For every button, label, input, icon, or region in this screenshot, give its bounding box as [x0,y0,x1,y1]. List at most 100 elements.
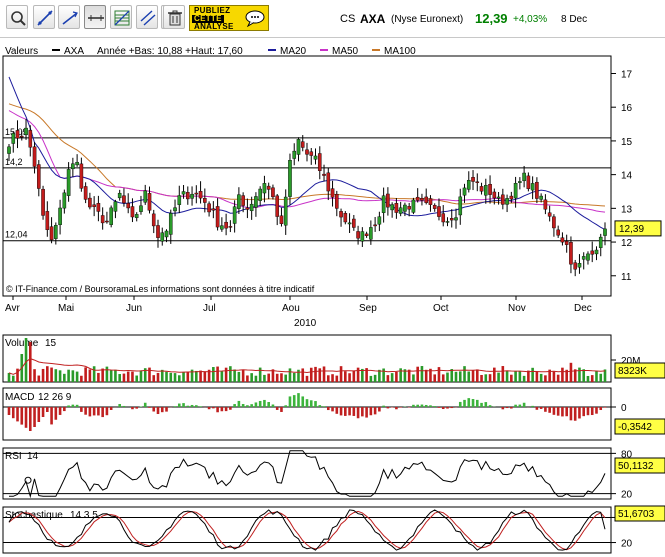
zoom-tool-button[interactable] [6,5,28,29]
candle [471,177,475,182]
price-change: +4,03% [513,14,548,25]
candle [556,229,560,236]
macd-histogram-bar [195,405,198,407]
candle [356,231,360,239]
macd-histogram-bar [182,403,185,407]
volume-bar [552,371,556,382]
macd-histogram-bar [565,407,568,417]
volume-bar [212,367,215,382]
macd-histogram-bar [569,407,573,421]
trend-tool-button[interactable] [58,5,80,29]
volume-bar [220,371,224,382]
macd-histogram-bar [471,399,475,407]
macd-histogram-bar [386,407,390,409]
volume-bar [156,372,160,382]
candle [258,188,262,201]
volume-bar [169,372,173,382]
macd-histogram-bar [531,405,534,407]
volume-bar [297,369,300,382]
volume-bar [160,369,164,382]
candle [479,186,484,192]
candle [288,160,292,197]
horizontal-tool-button[interactable] [84,5,106,29]
candle [66,169,71,196]
delete-tool-button[interactable] [163,5,185,29]
macd-histogram-bar [67,405,70,407]
stochastic-param: 14 3 5 [70,510,98,521]
macd-histogram-bar [467,398,471,407]
legend-label: Valeurs [5,46,38,57]
candle [198,191,203,199]
fibonacci-icon [114,10,130,26]
volume-bar [229,366,232,382]
volume-bar [301,368,305,382]
candle [305,149,309,155]
macd-histogram-bar [488,405,492,407]
volume-bar [165,371,168,382]
candle [360,231,365,242]
macd-histogram-bar [263,399,266,407]
parallel-tool-button[interactable] [136,5,158,29]
volume-bar [54,369,58,382]
macd-histogram-bar [373,407,377,415]
macd-histogram-bar [229,407,232,410]
legend-stats: Année +Bas: 10,88 +Haut: 17,60 [97,46,243,57]
candle [432,205,437,209]
candle [262,183,267,194]
candle [190,193,194,199]
candle [245,207,250,210]
candle [300,141,305,148]
volume-bar [378,369,381,382]
candle [381,195,386,213]
candle [454,217,458,221]
candle [271,187,275,198]
candle [296,139,301,155]
macd-histogram-bar [480,402,483,407]
macd-histogram-bar [356,407,360,419]
stock-chart[interactable]: 1716151413121115,0914,212,04ValeursAXAAn… [0,38,665,557]
candle [505,198,509,205]
candle [441,213,446,223]
publish-analysis-button[interactable]: PUBLIEZ CETTE ANALYSE [189,5,269,31]
volume-bar [292,372,296,382]
rsi-tick-label: 20 [621,490,633,501]
volume-bar [416,366,419,382]
candle [211,208,216,211]
candle [343,213,348,223]
volume-bar [288,368,292,382]
candle [594,249,599,255]
volume-bar [369,375,373,382]
candle [58,207,62,225]
candle [32,146,37,167]
volume-bar [535,371,539,382]
candle [24,127,28,136]
candle [203,198,207,203]
macd-histogram-bar [237,400,241,407]
macd-histogram-bar [20,407,24,425]
volume-bar [556,374,560,382]
candle [390,204,394,211]
macd-histogram-bar [212,407,215,409]
volume-bar [544,375,547,382]
macd-label: MACD [5,392,34,403]
macd-histogram-bar [297,393,300,407]
candle [347,222,352,225]
volume-bar [216,366,219,382]
fibonacci-tool-button[interactable] [110,5,132,29]
line-tool-button[interactable] [33,5,55,29]
candle [475,181,480,183]
candle [45,211,50,230]
volume-bar [484,374,488,382]
macd-histogram-bar [105,407,109,416]
candle [228,226,233,228]
candle [560,237,565,243]
volume-bar [412,374,415,382]
price-tick-label: 15 [621,137,633,148]
candle [126,203,130,209]
volume-bar [386,375,390,382]
volume-bar [237,371,241,382]
macd-histogram-bar [54,407,58,420]
support-resistance-label: 14,2 [5,157,23,167]
macd-histogram-bar [514,404,517,407]
volume-bar [561,367,564,382]
